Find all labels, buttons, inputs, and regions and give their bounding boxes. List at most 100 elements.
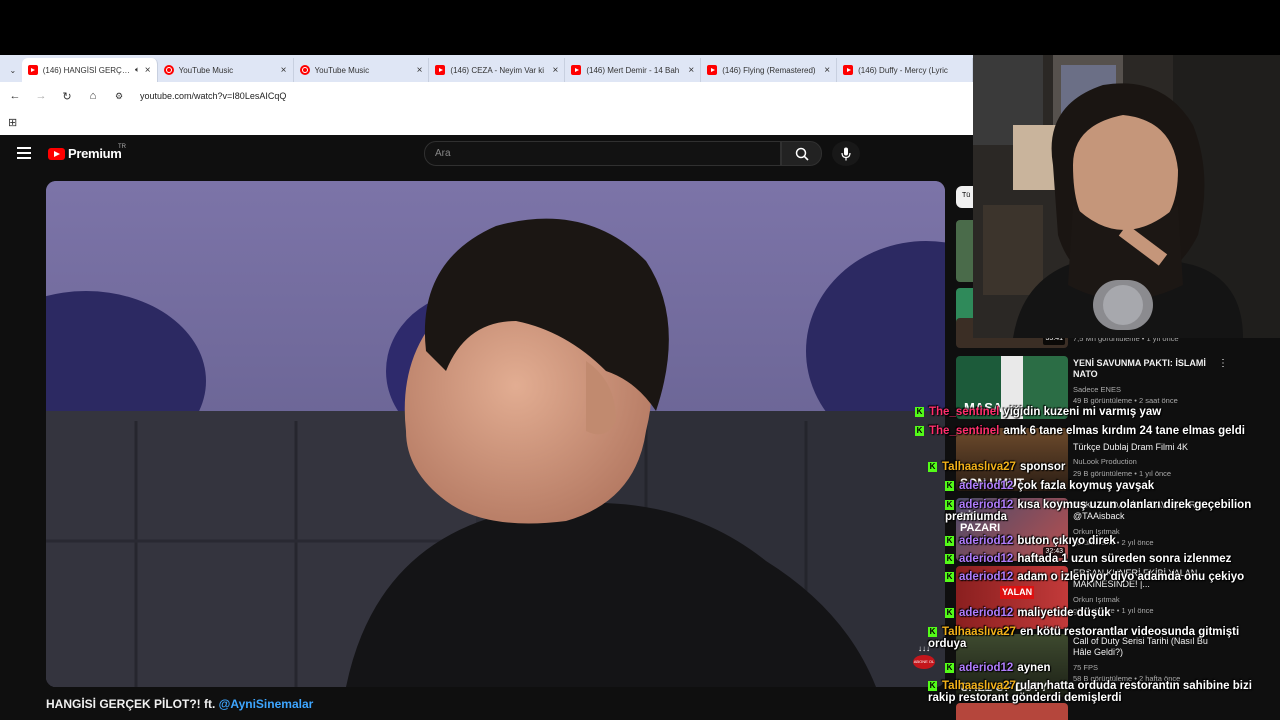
- tab-4[interactable]: (146) Mert Demir - 14 Bah ×: [565, 58, 702, 82]
- search-input[interactable]: Ara: [424, 141, 781, 166]
- chat-text: sponsor: [1019, 461, 1066, 473]
- youtube-header: Premium Ara: [0, 135, 973, 173]
- kick-badge-icon: K: [945, 608, 954, 618]
- rec-thumb-partial[interactable]: [956, 220, 973, 282]
- browser-chrome: ⌄ (146) HANGİSİ GERÇEK 🔈︎ × YouTube Musi…: [0, 55, 974, 135]
- tab-5[interactable]: (146) Flying (Remastered) ×: [701, 58, 838, 82]
- subscribe-badge: ABONE OL: [913, 654, 935, 669]
- close-tab-icon[interactable]: ×: [281, 65, 287, 76]
- youtube-icon: [435, 65, 446, 75]
- close-tab-icon[interactable]: ×: [824, 65, 830, 76]
- menu-icon[interactable]: [17, 147, 31, 159]
- kick-badge-icon: K: [945, 500, 954, 510]
- forward-icon[interactable]: →: [34, 90, 48, 102]
- tab-6[interactable]: (146) Duffy - Mercy (Lyric: [837, 58, 974, 82]
- tab-0[interactable]: (146) HANGİSİ GERÇEK 🔈︎ ×: [21, 58, 158, 82]
- voice-search-button[interactable]: [832, 141, 860, 166]
- logo-text: Premium: [68, 146, 122, 161]
- channel-mention-link[interactable]: @AyniSinemalar: [219, 697, 314, 711]
- webcam-frame: [973, 55, 1280, 338]
- chat-message: K Talhaaslıva27 sponsor: [928, 461, 1280, 473]
- tab-strip: ⌄ (146) HANGİSİ GERÇEK 🔈︎ × YouTube Musi…: [0, 55, 974, 82]
- kick-badge-icon: K: [945, 572, 954, 582]
- chat-text: aynen: [1017, 662, 1051, 674]
- kick-badge-icon: K: [945, 536, 954, 546]
- youtube-music-icon: [299, 65, 310, 75]
- rec-stats: 49 B görüntüleme • 2 saat önce: [1073, 395, 1178, 405]
- tab-1[interactable]: YouTube Music ×: [158, 58, 294, 82]
- kick-badge-icon: K: [915, 407, 924, 417]
- chat-username: Talhaaslıva27: [942, 461, 1016, 473]
- kick-badge-icon: K: [928, 627, 937, 637]
- youtube-page: Premium Ara ↓↓↓ ABONE OL HANGİSİ GERÇEK …: [0, 135, 973, 720]
- rec-channel: Orkun Işıtmak: [1073, 594, 1120, 604]
- tab-2[interactable]: YouTube Music ×: [294, 58, 430, 82]
- youtube-logo-icon: [48, 147, 65, 160]
- tab-title: (146) HANGİSİ GERÇEK: [42, 65, 130, 75]
- tab-title: YouTube Music: [314, 65, 370, 75]
- search-button[interactable]: [781, 141, 822, 166]
- reload-icon[interactable]: ↻: [60, 90, 74, 103]
- chat-text: çok fazla koymuş yavşak: [1017, 480, 1155, 492]
- close-tab-icon[interactable]: ×: [688, 65, 694, 76]
- kick-badge-icon: K: [945, 663, 954, 673]
- chat-text: haftada 1 uzun süreden sonra izlenmez: [1017, 553, 1232, 565]
- chat-message: K Talhaaslıva27 ulan hatta orduda restoran…: [928, 680, 1280, 704]
- back-icon[interactable]: ←: [8, 90, 22, 102]
- chat-username: The_sentinel: [929, 425, 1000, 437]
- site-info-icon[interactable]: ⚙: [112, 91, 126, 102]
- tab-title: (146) CEZA - Neyim Var ki: [450, 65, 545, 75]
- close-tab-icon[interactable]: ×: [417, 65, 423, 76]
- rec-thumb-partial[interactable]: [956, 703, 1068, 720]
- rec-thumb-caption: YALAN: [1000, 586, 1035, 600]
- chat-message: K Talhaaslıva27 en kötü restorantlar video…: [928, 626, 1280, 650]
- kick-badge-icon: K: [945, 481, 954, 491]
- kick-badge-icon: K: [945, 554, 954, 564]
- chat-username: aderiod12: [959, 499, 1014, 511]
- address-bar: ← → ↻ ⌂ ⚙ youtube.com/watch?v=I80LesAICq…: [0, 82, 973, 110]
- rec-title: YENİ SAVUNMA PAKTI: İSLAMİ NATO: [1073, 358, 1206, 380]
- more-options-icon[interactable]: ⋮: [1218, 358, 1228, 371]
- close-tab-icon[interactable]: ×: [145, 65, 151, 76]
- youtube-icon: [27, 65, 38, 75]
- home-icon[interactable]: ⌂: [86, 90, 100, 102]
- chat-username: aderiod12: [959, 571, 1014, 583]
- bookmarks-bar: ⊞: [0, 110, 973, 135]
- video-player[interactable]: ↓↓↓ ABONE OL: [46, 181, 945, 687]
- video-title-text: HANGİSİ GERÇEK PİLOT?! ft.: [46, 697, 219, 711]
- youtube-icon: [707, 65, 718, 75]
- chat-text: amk 6 tane elmas kırdım 24 tane elmas ge…: [1003, 425, 1245, 437]
- apps-grid-icon[interactable]: ⊞: [8, 116, 17, 129]
- search-icon: [795, 147, 809, 161]
- chat-username: aderiod12: [959, 480, 1014, 492]
- youtube-icon: [843, 65, 854, 75]
- chat-username: aderiod12: [959, 607, 1014, 619]
- chat-message: Kaderiod12 adam o izleniyor diyo adamda o…: [945, 571, 1280, 583]
- youtube-music-icon: [163, 65, 174, 75]
- filter-chip[interactable]: Tü: [956, 186, 973, 208]
- tab-3[interactable]: (146) CEZA - Neyim Var ki ×: [429, 58, 566, 82]
- youtube-premium-logo[interactable]: Premium: [48, 146, 122, 161]
- top-black-bar: [0, 0, 1280, 55]
- chat-message: Kaderiod12 maliyetide düşük: [945, 607, 1280, 619]
- tab-title: (146) Flying (Remastered): [722, 65, 816, 75]
- kick-badge-icon: K: [928, 681, 937, 691]
- video-frame: [46, 181, 945, 687]
- chat-message: Kaderiod12 kısa koymuş uzun olanları dire…: [945, 499, 1280, 523]
- chat-username: aderiod12: [959, 535, 1014, 547]
- chat-text: adam o izleniyor diyo adamda onu çekiyo: [1017, 571, 1245, 583]
- chat-text: buton çıkıyo direk: [1017, 535, 1116, 547]
- chat-username: The_sentinel: [929, 406, 1000, 418]
- chat-message: Kaderiod12 haftada 1 uzun süreden sonra i…: [945, 553, 1280, 565]
- tab-search-chevron-icon[interactable]: ⌄: [4, 58, 22, 82]
- chat-message: K The_sentinel amk 6 tane elmas kırdım 24 …: [915, 425, 1280, 437]
- tab-title: (146) Mert Demir - 14 Bah: [586, 65, 680, 75]
- chat-username: Talhaaslıva27: [942, 626, 1016, 638]
- speaker-icon[interactable]: 🔈︎: [135, 65, 140, 75]
- close-tab-icon[interactable]: ×: [552, 65, 558, 76]
- youtube-icon: [571, 65, 582, 75]
- url-field[interactable]: youtube.com/watch?v=I80LesAICqQ: [140, 91, 286, 101]
- microphone-icon: [841, 147, 851, 160]
- webcam-overlay: [973, 55, 1280, 338]
- chat-username: aderiod12: [959, 662, 1014, 674]
